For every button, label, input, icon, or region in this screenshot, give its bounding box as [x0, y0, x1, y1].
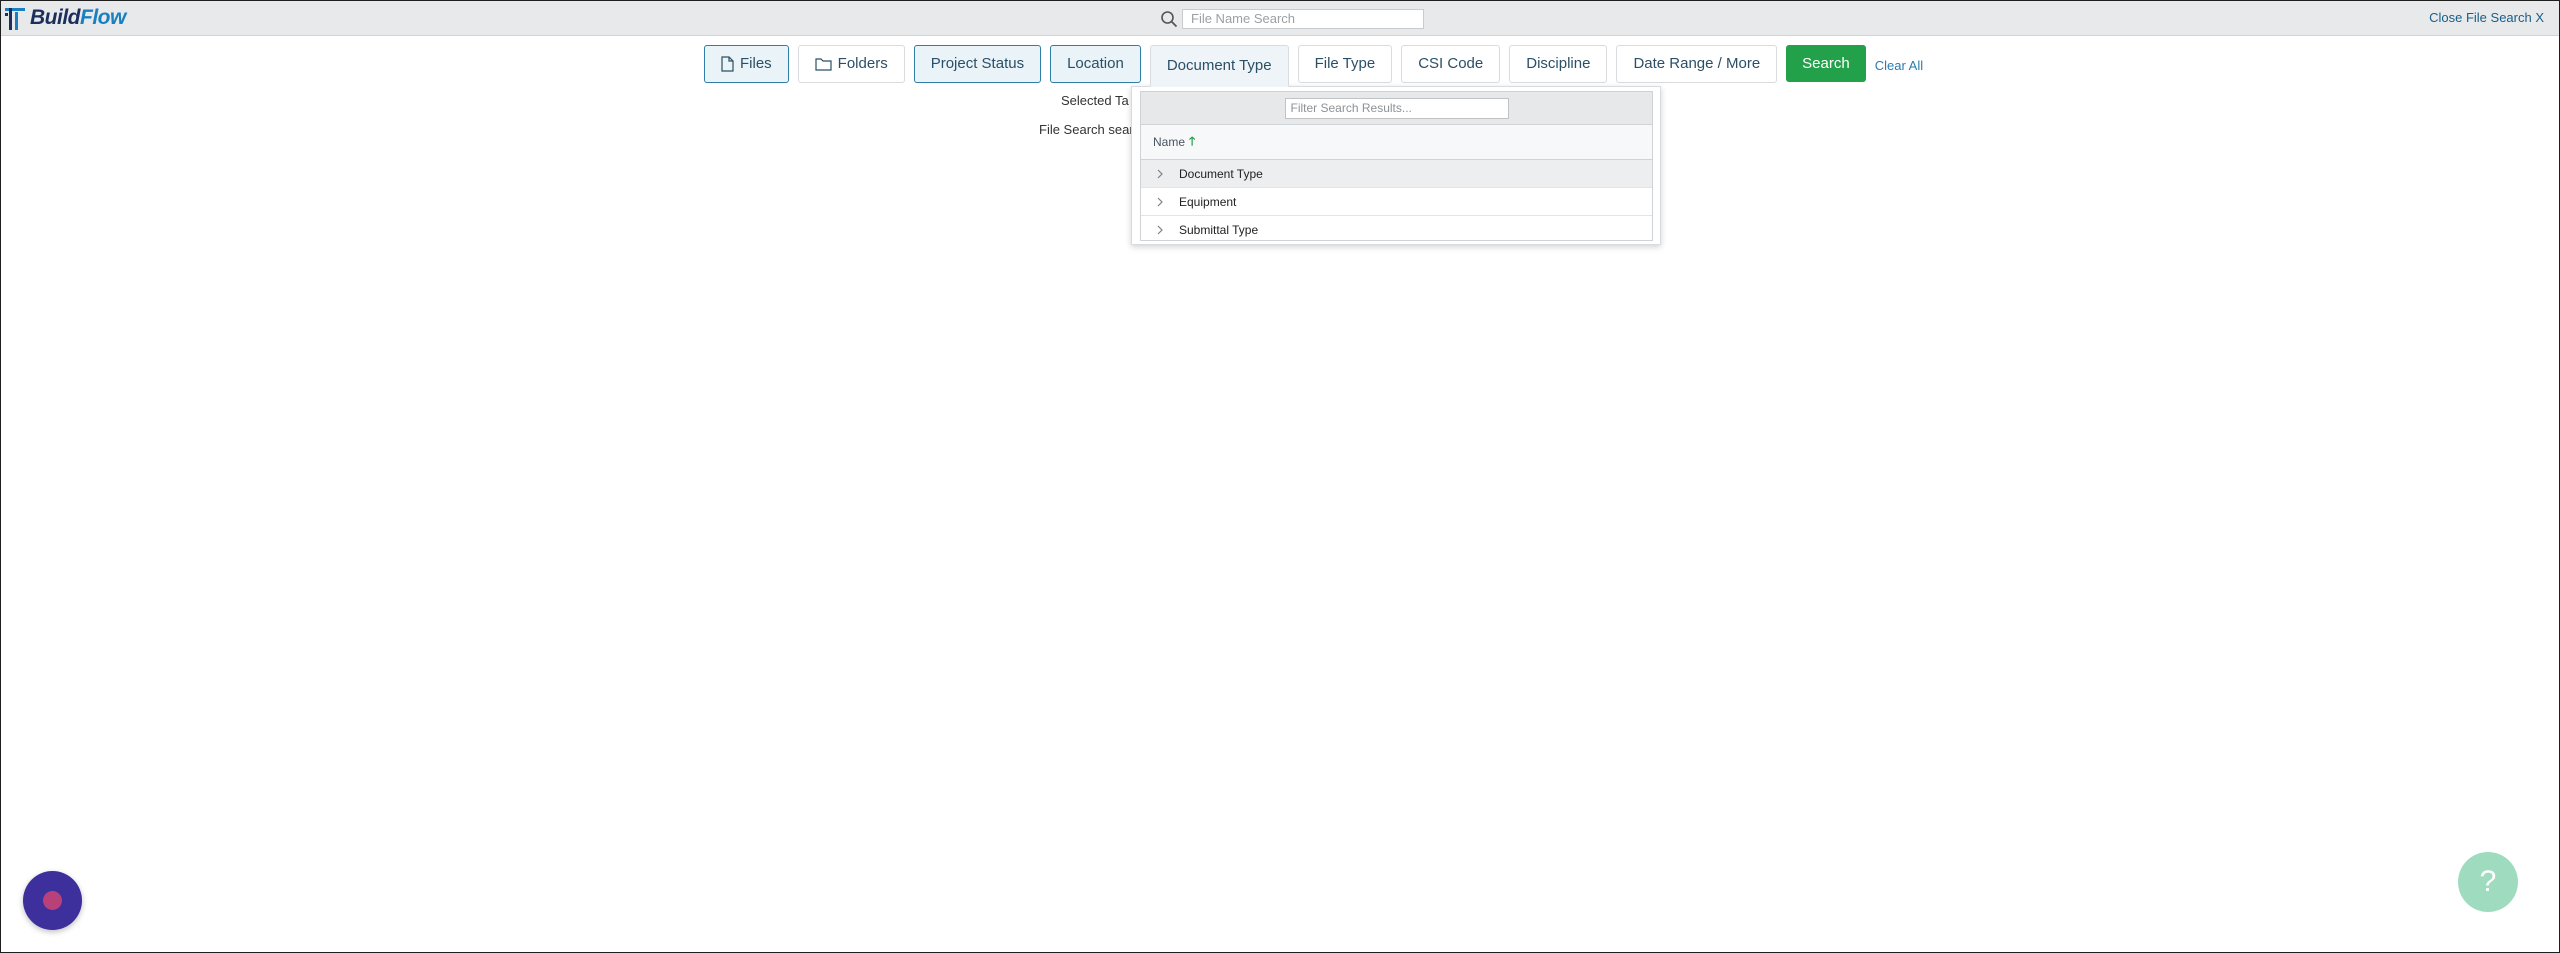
location-label: Location [1067, 55, 1124, 72]
files-toggle-button[interactable]: Files [704, 44, 789, 83]
file-type-filter-button[interactable]: File Type [1297, 44, 1393, 83]
files-label: Files [740, 55, 772, 72]
folders-label: Folders [837, 55, 888, 72]
help-button[interactable]: ? [2458, 852, 2518, 912]
filter-bar: Files Folders Project Status Location Do… [704, 44, 1923, 87]
csi-code-label: CSI Code [1418, 55, 1484, 72]
dropdown-filter-row [1141, 92, 1652, 125]
project-status-label: Project Status [930, 55, 1025, 72]
close-file-search-link[interactable]: Close File Search X [2429, 10, 2544, 25]
tree-row-label: Submittal Type [1179, 223, 1259, 237]
file-search-note: File Search searc [1039, 122, 1131, 137]
search-icon[interactable] [1158, 8, 1180, 29]
file-icon [721, 55, 734, 72]
document-type-filter-button[interactable]: Document Type [1149, 44, 1289, 87]
file-name-search-input[interactable] [1182, 8, 1424, 29]
top-bar: BuildFlow Close File Search X [0, 0, 2560, 36]
selected-tags-label: Selected Tag [1061, 93, 1129, 108]
discipline-filter-button[interactable]: Discipline [1509, 44, 1608, 83]
project-status-filter-button[interactable]: Project Status [913, 44, 1042, 83]
search-button[interactable]: Search [1786, 45, 1866, 82]
name-column-header[interactable]: Name 🡑 [1141, 125, 1652, 160]
tree-row-label: Document Type [1179, 166, 1263, 181]
question-mark-icon: ? [2479, 865, 2497, 898]
discipline-label: Discipline [1526, 55, 1591, 72]
tree-row[interactable]: Submittal Type [1141, 216, 1652, 244]
document-type-dropdown: Name 🡑 Document Type Equipment Submittal… [1131, 86, 1661, 245]
name-column-label: Name [1153, 135, 1186, 149]
tree-row-label: Equipment [1179, 194, 1237, 209]
chevron-right-icon[interactable] [1141, 225, 1179, 235]
dropdown-grid: Name 🡑 Document Type Equipment Submittal… [1140, 91, 1653, 241]
file-name-search [1158, 8, 1424, 29]
chat-launcher-icon [43, 891, 62, 910]
file-type-label: File Type [1314, 55, 1376, 72]
folder-icon [815, 57, 832, 71]
tree-row[interactable]: Equipment [1141, 188, 1652, 216]
clear-all-link[interactable]: Clear All [1875, 58, 1923, 73]
filter-search-results-input[interactable] [1284, 97, 1509, 119]
csi-code-filter-button[interactable]: CSI Code [1401, 44, 1501, 83]
date-range-more-filter-button[interactable]: Date Range / More [1616, 44, 1778, 83]
folders-toggle-button[interactable]: Folders [797, 44, 905, 83]
tree-row[interactable]: Document Type [1141, 160, 1652, 188]
chevron-right-icon[interactable] [1141, 169, 1179, 179]
buildflow-logo[interactable]: BuildFlow [4, 3, 126, 33]
sort-ascending-icon: 🡑 [1189, 133, 1196, 148]
document-type-label: Document Type [1166, 57, 1272, 74]
chat-launcher-button[interactable] [23, 871, 82, 930]
date-range-label: Date Range / More [1633, 55, 1761, 72]
location-filter-button[interactable]: Location [1050, 44, 1141, 83]
buildflow-logo-icon [5, 8, 25, 30]
logo-text: BuildFlow [30, 6, 126, 29]
chevron-right-icon[interactable] [1141, 197, 1179, 207]
